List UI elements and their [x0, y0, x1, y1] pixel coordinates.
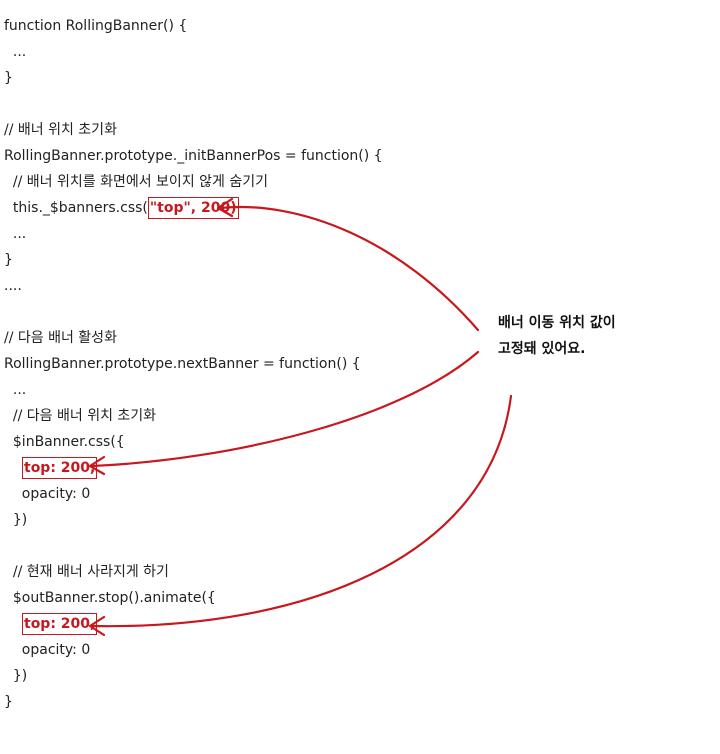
- arrow-to-top-200-inbanner: [90, 350, 480, 468]
- arrow-to-top-200-outbanner: [90, 394, 513, 628]
- arrows-overlay: [88, 197, 513, 637]
- arrow-to-top-200-initbannerpos: [218, 206, 480, 332]
